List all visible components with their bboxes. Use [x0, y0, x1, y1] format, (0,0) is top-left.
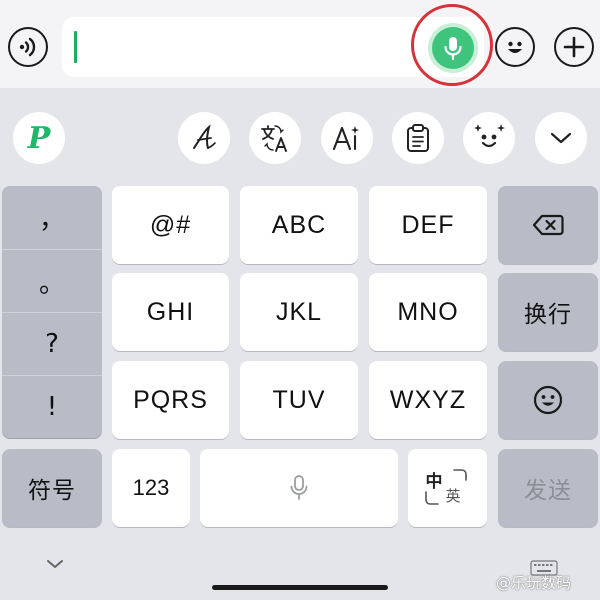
plus-button[interactable]: [554, 27, 594, 67]
key-pqrs[interactable]: PQRS: [112, 361, 229, 439]
switch-corner-icon: [424, 491, 439, 505]
key-period[interactable]: 。: [2, 249, 102, 312]
ai-text-icon: [332, 126, 359, 151]
ime-logo: P: [27, 120, 51, 156]
ai-writing-button[interactable]: [321, 112, 373, 164]
voice-wave-icon: [19, 37, 36, 57]
microphone-icon: [290, 475, 308, 500]
smiley-icon: [533, 385, 563, 415]
key-wxyz[interactable]: WXYZ: [369, 361, 487, 439]
sticker-button[interactable]: [463, 112, 515, 164]
key-jkl[interactable]: JKL: [240, 273, 358, 351]
smiley-icon: [508, 41, 522, 53]
key-comma[interactable]: ，: [2, 186, 102, 249]
emoji-button[interactable]: [495, 27, 535, 67]
face-sticker-icon: [474, 124, 505, 148]
language-switch-glyph: 中 英: [422, 466, 474, 510]
space-key[interactable]: [200, 449, 398, 527]
key-tuv[interactable]: TUV: [240, 361, 358, 439]
numbers-key[interactable]: 123: [112, 449, 190, 527]
handwriting-button[interactable]: [178, 112, 230, 164]
highlight-ring: [411, 4, 493, 86]
symbols-key[interactable]: 符号: [2, 449, 102, 527]
plus-icon: [563, 36, 585, 58]
punctuation-column: ， 。 ? !: [2, 186, 102, 438]
clipboard-button[interactable]: [392, 112, 444, 164]
backspace-key[interactable]: [498, 186, 598, 264]
enter-key-label: 换行: [524, 302, 572, 328]
key-def[interactable]: DEF: [369, 186, 487, 264]
switch-corner-icon: [452, 469, 467, 481]
send-key[interactable]: 发送: [498, 449, 598, 527]
toolbar-expand-button[interactable]: [535, 112, 587, 164]
key-mno[interactable]: MNO: [369, 273, 487, 351]
key-symbols-at[interactable]: @#: [112, 186, 229, 264]
ime-toolbar: P: [0, 88, 600, 186]
input-bar: [0, 0, 600, 88]
voice-toggle-button[interactable]: [8, 27, 48, 67]
watermark: @乐玩数码: [496, 574, 572, 592]
text-caret: [74, 31, 77, 63]
key-abc[interactable]: ABC: [240, 186, 358, 264]
clipboard-icon: [407, 124, 429, 152]
key-question[interactable]: ?: [2, 312, 102, 375]
backspace-icon: [532, 214, 564, 236]
chevron-down-icon: [550, 132, 572, 144]
bottom-bar: @乐玩数码: [0, 530, 600, 600]
chevron-down-icon[interactable]: [44, 556, 66, 572]
ime-logo-button[interactable]: P: [13, 112, 65, 164]
enter-key[interactable]: 换行: [498, 273, 598, 351]
home-indicator[interactable]: [212, 585, 388, 590]
lang-english-label: 英: [445, 488, 462, 505]
lang-chinese-label: 中: [425, 472, 444, 491]
translate-button[interactable]: [249, 112, 301, 164]
key-ghi[interactable]: GHI: [112, 273, 229, 351]
translate-icon: [261, 125, 287, 152]
emoji-key[interactable]: [498, 361, 598, 439]
symbols-key-label: 符号: [28, 478, 76, 504]
handwriting-icon: [193, 124, 216, 149]
send-key-label: 发送: [524, 478, 572, 504]
language-switch-key[interactable]: 中 英: [408, 449, 487, 527]
key-exclamation[interactable]: !: [2, 375, 102, 438]
